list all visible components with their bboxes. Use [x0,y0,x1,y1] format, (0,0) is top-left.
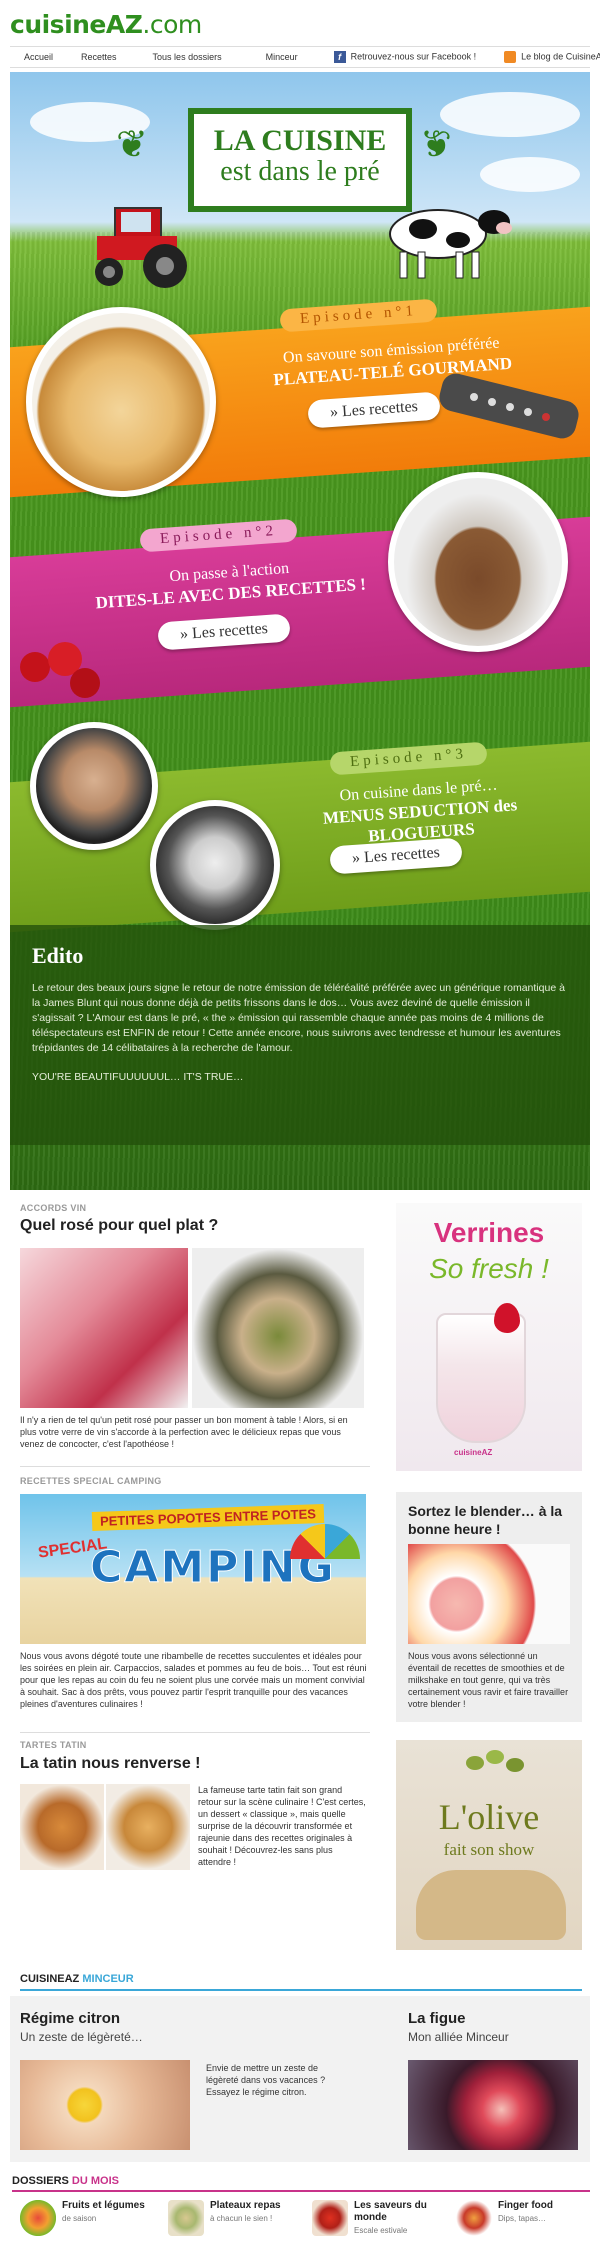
olive-title: L'olive [438,1797,540,1837]
article2-text: Nous vous avons dégoté toute une ribambe… [20,1651,367,1709]
blender-text: Nous vous avons sélectionné un éventail … [408,1651,569,1709]
strawberry-icon [494,1303,520,1333]
verrines-promo[interactable]: Verrines So fresh ! cuisineAZ [396,1203,582,1471]
dossier-thumb [456,2200,492,2236]
edito-title: Edito [32,943,84,968]
top-nav: Accueil Recettes Tous les dossiers Mince… [10,46,600,68]
divider [20,1732,370,1733]
minceur-left-title[interactable]: Régime citron [20,2010,120,2027]
dossier-title: Fruits et légumes [62,2200,145,2211]
cow-icon [389,209,512,279]
edito-text: Le retour des beaux jours signe le retou… [32,982,565,1054]
minceur-header-b: MINCEUR [82,1973,134,1985]
minceur-left-sub: Un zeste de légèreté… [20,2030,143,2044]
dossier-title: Les saveurs du monde [354,2200,427,2223]
blog-label: Le blog de CuisineAZ ! [521,51,600,62]
episode2-photo [388,472,568,652]
umbrella-icon [290,1524,360,1559]
minceur-header-a: CUISINEAZ [20,1973,80,1985]
blender-photo [408,1544,570,1644]
dossier-thumb [168,2200,204,2236]
dossier-sub: Escale estivale [354,2226,408,2235]
dossier-thumb [312,2200,348,2236]
dossier-item-plateaux[interactable]: Plateaux repas à chacun le sien ! [160,2198,300,2242]
olive-promo[interactable]: L'olive fait son show [396,1740,582,1950]
article1-label: ACCORDS VIN [20,1203,87,1213]
dossier-item-saveurs[interactable]: Les saveurs du monde Escale estivale [304,2198,444,2248]
cloud [440,92,580,137]
facebook-label: Retrouvez-nous sur Facebook ! [350,51,477,62]
site-logo[interactable]: cuisineAZ.com [10,10,202,39]
bread-photo [416,1870,566,1940]
verrines-badge: cuisineAZ [454,1448,493,1457]
left-ornament-icon: ❦ [116,124,148,166]
dossier-title: Finger food [498,2200,553,2211]
dossier-item-finger[interactable]: Finger food Dips, tapas… [448,2198,588,2242]
hero-title-line1: LA CUISINE [213,124,387,157]
verrines-subtitle: So fresh ! [429,1253,549,1284]
hero-title-line2: est dans le pré [220,156,380,187]
nav-facebook-link[interactable]: f Retrouvez-nous sur Facebook ! [320,51,491,63]
logo-brand: cuisineAZ [10,10,143,39]
dossiers-header-a: DOSSIERS [12,2175,69,2187]
dossiers-header-b: DU MOIS [71,2175,119,2187]
facebook-icon: f [333,51,346,63]
divider [20,1466,370,1467]
nav-recettes[interactable]: Recettes [67,52,131,62]
dossier-sub: à chacun le sien ! [210,2214,273,2223]
article1-title[interactable]: Quel rosé pour quel plat ? [20,1217,218,1235]
blender-title: Sortez le blender… à la bonne heure ! [408,1503,563,1537]
minceur-right-sub: Mon alliée Minceur [408,2030,509,2044]
article3-photo-2[interactable] [106,1784,190,1870]
dossier-sub: Dips, tapas… [498,2214,547,2223]
article2-label: RECETTES SPECIAL CAMPING [20,1476,162,1486]
article3-text: La fameuse tarte tatin fait son grand re… [198,1785,366,1867]
nav-dossiers[interactable]: Tous les dossiers [131,52,244,62]
citron-photo[interactable] [20,2060,190,2150]
dossier-title: Plateaux repas [210,2200,281,2211]
roses-decoration [10,632,120,712]
dossiers-header: DOSSIERS DU MOIS [12,2175,590,2192]
right-ornament-icon: ❦ [420,124,452,166]
cloud [480,157,580,192]
rss-icon [504,51,517,63]
article1-photo-wine[interactable] [20,1248,188,1408]
nav-minceur[interactable]: Minceur [244,52,320,62]
camping-banner-top: PETITES POPOTES ENTRE POTES [91,1503,325,1532]
dossier-sub: de saison [62,2214,97,2223]
verrines-title: Verrines [433,1217,545,1248]
article1-text: Il n'y a rien de tel qu'un petit rosé po… [20,1415,348,1449]
figue-photo[interactable] [408,2060,578,2150]
olives-decoration [466,1750,526,1780]
edito-box: Edito Le retour des beaux jours signe le… [10,925,590,1145]
blender-promo[interactable]: Sortez le blender… à la bonne heure ! No… [396,1492,582,1722]
remote-control-icon [439,373,579,439]
tractor-icon [95,207,187,288]
article3-title[interactable]: La tatin nous renverse ! [20,1755,201,1773]
camping-banner[interactable]: PETITES POPOTES ENTRE POTES SPECIAL CAMP… [20,1494,366,1644]
verrine-glass [436,1313,526,1443]
minceur-right-title[interactable]: La figue [408,2010,466,2027]
article3-label: TARTES TATIN [20,1740,87,1750]
minceur-left-text: Envie de mettre un zeste de légèreté dan… [206,2063,326,2097]
edito-tagline: YOU'RE BEAUTIFUUUUUUL… IT'S TRUE… [32,1071,244,1083]
article3-photo-1[interactable] [20,1784,104,1870]
minceur-header: CUISINEAZ MINCEUR [20,1973,582,1991]
dossier-item-fruits[interactable]: Fruits et légumes de saison [12,2198,152,2242]
article1-photo-dish[interactable] [192,1248,364,1408]
episode3-photo-woman [150,800,280,930]
logo-tld: .com [142,10,202,39]
dossier-thumb [20,2200,56,2236]
nav-accueil[interactable]: Accueil [10,52,67,62]
episode3-photo-man [30,722,158,850]
nav-blog-link[interactable]: Le blog de CuisineAZ ! [490,51,600,63]
episode1-photo [26,307,216,497]
olive-subtitle: fait son show [443,1840,535,1859]
